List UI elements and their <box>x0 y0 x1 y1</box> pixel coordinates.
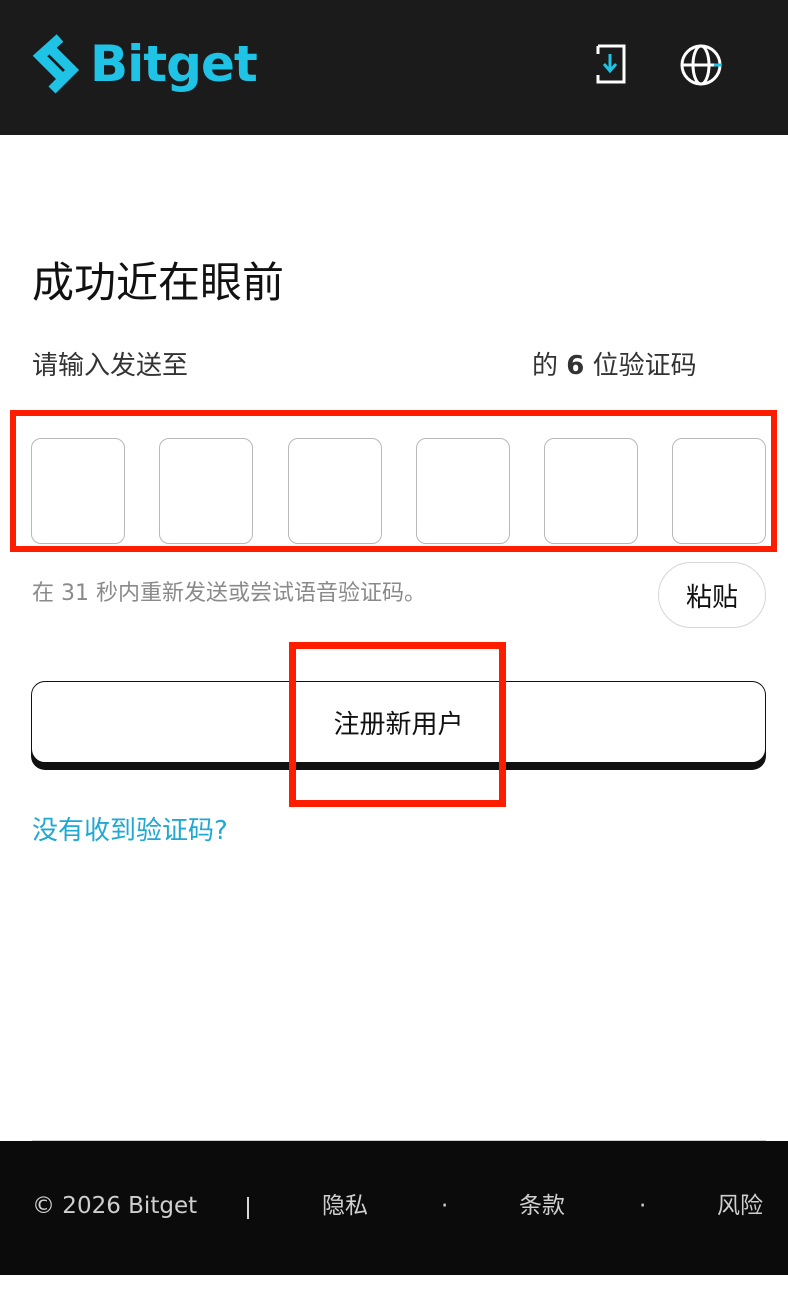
otp-digit-6[interactable] <box>672 438 766 544</box>
bitget-logo-icon <box>32 34 80 94</box>
bitget-logo[interactable]: Bitget <box>30 34 258 94</box>
terms-link[interactable]: 条款 <box>519 1193 565 1221</box>
risk-link[interactable]: 风险 <box>717 1193 763 1221</box>
resend-countdown: 在 31 秒内重新发送或尝试语音验证码。 <box>32 581 426 606</box>
no-code-received-link[interactable]: 没有收到验证码? <box>32 813 228 849</box>
paste-button[interactable]: 粘贴 <box>658 562 766 628</box>
otp-digit-2[interactable] <box>159 438 253 544</box>
otp-digit-5[interactable] <box>544 438 638 544</box>
footer-separator <box>247 1197 249 1219</box>
code-instruction: 请输入发送至 的 6 位验证码 <box>32 348 752 384</box>
download-icon[interactable] <box>588 42 632 86</box>
instruction-suffix: 的 6 位验证码 <box>532 348 697 384</box>
footer: © 2026 Bitget 隐私 · 条款 · 风险 <box>0 1141 788 1275</box>
globe-icon[interactable] <box>678 42 722 86</box>
otp-digit-4[interactable] <box>416 438 510 544</box>
copyright-text: © 2026 Bitget <box>32 1193 198 1219</box>
otp-highlight-box <box>10 410 777 552</box>
footer-dot: · <box>441 1193 449 1219</box>
otp-digit-1[interactable] <box>31 438 125 544</box>
footer-dot: · <box>639 1193 647 1219</box>
otp-digit-3[interactable] <box>288 438 382 544</box>
top-header: Bitget <box>0 0 788 135</box>
instruction-suffix-after: 位验证码 <box>592 351 697 381</box>
logo-text: Bitget <box>90 35 258 93</box>
register-highlight-box <box>289 642 506 807</box>
page-title: 成功近在眼前 <box>32 258 285 307</box>
instruction-suffix-before: 的 <box>532 351 559 381</box>
privacy-link[interactable]: 隐私 <box>322 1193 368 1221</box>
instruction-prefix: 请输入发送至 <box>32 351 189 381</box>
code-length: 6 <box>566 351 585 381</box>
